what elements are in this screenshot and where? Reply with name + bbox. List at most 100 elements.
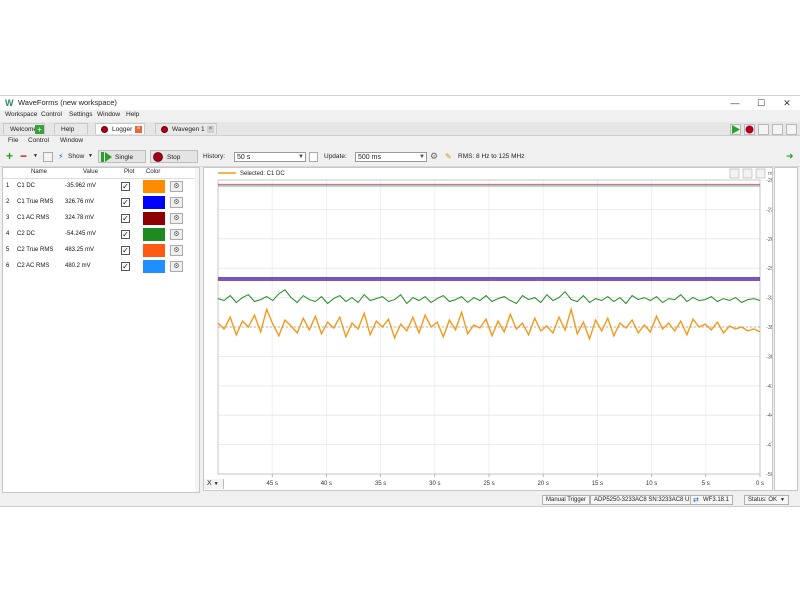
remove-channel-icon[interactable]: − [20, 150, 27, 163]
color-swatch[interactable] [143, 196, 165, 209]
cursor-icon [742, 168, 753, 179]
usb-icon: ⇄ [693, 497, 699, 504]
run-all-button[interactable] [730, 124, 741, 135]
table-row[interactable]: 2 C1 True RMS 326.76 mV ✓ ⚙ [3, 195, 199, 210]
tab-help[interactable]: Help [54, 123, 88, 134]
manual-trigger-status[interactable]: Manual Trigger [542, 495, 591, 505]
channel-config-icon[interactable]: ⚙ [170, 229, 183, 240]
history-label: History: [203, 153, 226, 160]
table-row[interactable]: 6 C2 AC RMS 480.2 mV ✓ ⚙ [3, 259, 199, 274]
y-tick-label: -38 [766, 354, 772, 360]
logger-plot[interactable]: -20 -23 -26 -29 -32 -35 -38 -41 -44 -47 -50 45 s 40 … [204, 168, 772, 490]
tab-label: Help [61, 126, 75, 133]
channel-config-icon[interactable]: ⚙ [170, 213, 183, 224]
channel-value: 324.78 mV [65, 215, 95, 221]
row-index: 5 [6, 247, 10, 253]
plot-checkbox[interactable]: ✓ [121, 198, 130, 207]
rms-range-text: RMS: 8 Hz to 125 MHz [458, 153, 525, 160]
edit-icon[interactable] [43, 152, 53, 162]
history-select[interactable]: 50 s ▼ [234, 152, 306, 162]
row-index: 6 [6, 263, 10, 269]
x-tick-label: 20 s [538, 481, 549, 487]
stop-button[interactable]: Stop [150, 150, 198, 163]
menu-workspace[interactable]: Workspace [5, 111, 37, 118]
x-tick-label: 30 s [429, 481, 440, 487]
plot-checkbox[interactable]: ✓ [121, 262, 130, 271]
channel-config-icon[interactable]: ⚙ [170, 197, 183, 208]
x-tick-label: 40 s [321, 481, 332, 487]
single-acquire-icon [101, 152, 112, 162]
channel-name: C2 DC [17, 231, 36, 237]
window-stack-icon[interactable] [772, 124, 783, 135]
plot-checkbox[interactable]: ✓ [121, 246, 130, 255]
y-tick-label: -50 [766, 472, 772, 478]
tab-welcome[interactable]: Welcome + [3, 123, 45, 134]
channel-value: -35.962 mV [65, 183, 97, 189]
update-select[interactable]: 500 ms ▼ [355, 152, 427, 162]
tab-label: Logger [112, 126, 133, 133]
update-settings-icon[interactable]: ⚙ [430, 150, 438, 163]
tab-wavegen[interactable]: Wavegen 1 × [155, 123, 217, 134]
plot-checkbox[interactable]: ✓ [121, 230, 130, 239]
plot-checkbox[interactable]: ✓ [121, 182, 130, 191]
arrow-right-icon[interactable]: ➜ [786, 150, 794, 163]
color-swatch[interactable] [143, 244, 165, 257]
submenu-window[interactable]: Window [60, 137, 83, 144]
close-tab-icon[interactable]: × [135, 126, 142, 133]
minimize-button[interactable]: — [726, 97, 744, 109]
y-tick-label: -35 [766, 325, 772, 331]
table-row[interactable]: 5 C2 True RMS 483.25 mV ✓ ⚙ [3, 243, 199, 258]
submenu-control[interactable]: Control [28, 137, 49, 144]
chevron-down-icon[interactable]: ▼ [33, 150, 38, 163]
color-swatch[interactable] [143, 260, 165, 273]
menu-window[interactable]: Window [97, 111, 120, 118]
maximize-button[interactable]: ☐ [752, 97, 770, 109]
table-scrollbar[interactable] [195, 168, 199, 492]
submenu-file[interactable]: File [8, 137, 18, 144]
record-all-button[interactable] [744, 124, 755, 135]
channel-name: C1 AC RMS [17, 215, 50, 221]
status-ok-badge[interactable]: Status: OK ▼ [744, 495, 789, 505]
channel-config-icon[interactable]: ⚙ [170, 245, 183, 256]
table-row[interactable]: 1 C1 DC -35.962 mV ✓ ⚙ [3, 179, 199, 194]
column-header-value: Value [83, 169, 98, 175]
show-dropdown[interactable]: Show [68, 150, 84, 163]
channel-name: C1 True RMS [17, 199, 54, 205]
channel-config-icon[interactable]: ⚙ [170, 181, 183, 192]
x-axis-menu-label: X [207, 480, 212, 487]
close-tab-icon[interactable]: × [207, 126, 214, 133]
add-tab-icon[interactable]: + [35, 125, 44, 134]
plot-checkbox[interactable]: ✓ [121, 214, 130, 223]
menu-settings[interactable]: Settings [69, 111, 93, 118]
add-channel-icon[interactable]: + [6, 150, 13, 163]
single-button[interactable]: Single [98, 150, 146, 163]
settings-gear-icon[interactable] [786, 124, 797, 135]
history-file-icon[interactable] [309, 152, 318, 162]
x-axis-menu[interactable]: X ▼ [204, 479, 224, 489]
instrument-menu: File Control Window [0, 137, 800, 146]
stop-icon [153, 152, 163, 162]
title-bar: W WaveForms (new workspace) — ☐ ✕ [0, 96, 800, 110]
row-index: 4 [6, 231, 10, 237]
window-title: WaveForms (new workspace) [18, 98, 117, 107]
chevron-down-icon: ▼ [213, 481, 219, 487]
tab-logger[interactable]: Logger × [95, 123, 145, 134]
table-row[interactable]: 3 C1 AC RMS 324.78 mV ✓ ⚙ [3, 211, 199, 226]
x-tick-label: 10 s [646, 481, 657, 487]
column-header-name: Name [31, 169, 48, 175]
menu-help[interactable]: Help [126, 111, 139, 118]
close-button[interactable]: ✕ [778, 97, 796, 109]
color-swatch[interactable] [143, 228, 165, 241]
table-row[interactable]: 4 C2 DC -54.245 mV ✓ ⚙ [3, 227, 199, 242]
menu-control[interactable]: Control [41, 111, 62, 118]
broom-icon[interactable]: ✎ [445, 150, 452, 163]
chevron-down-icon: ▼ [780, 497, 785, 503]
channel-config-icon[interactable]: ⚙ [170, 261, 183, 272]
x-tick-label: 5 s [702, 481, 710, 487]
color-swatch[interactable] [143, 180, 165, 193]
device-status[interactable]: ADP5250-3233AC8 SN:3233AC8 USB [590, 495, 702, 505]
window-tile-icon[interactable] [758, 124, 769, 135]
history-value: 50 s [237, 154, 251, 161]
color-swatch[interactable] [143, 212, 165, 225]
chevron-down-icon[interactable]: ▼ [88, 150, 93, 163]
